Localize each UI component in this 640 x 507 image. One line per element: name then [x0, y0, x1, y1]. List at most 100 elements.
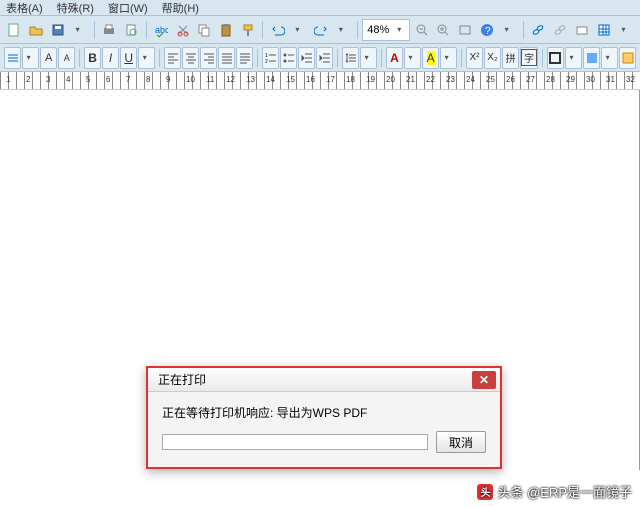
ruler-number: 7 [126, 75, 130, 84]
menu-special[interactable]: 特殊(R) [57, 0, 94, 16]
char-border-icon[interactable]: 字 [520, 47, 538, 69]
print-icon[interactable] [99, 19, 120, 41]
zoom-fit-icon[interactable] [455, 19, 476, 41]
zoom-combo[interactable]: ▾ [362, 19, 410, 41]
ruler-number: 25 [486, 75, 495, 84]
bold-button[interactable]: B [84, 47, 101, 69]
close-icon[interactable]: ✕ [472, 371, 496, 389]
save-dropdown-icon[interactable]: ▾ [69, 19, 90, 41]
ruler-number: 19 [366, 75, 375, 84]
separator [159, 49, 160, 67]
increase-indent-icon[interactable] [316, 47, 333, 69]
table-icon[interactable] [593, 19, 614, 41]
separator [381, 49, 382, 67]
ruler-number: 28 [546, 75, 555, 84]
redo-icon[interactable] [311, 19, 332, 41]
align-right-icon[interactable] [200, 47, 217, 69]
table-dropdown-icon[interactable]: ▾ [615, 19, 636, 41]
spellcheck-icon[interactable]: abc [150, 19, 171, 41]
font-color-dropdown-icon[interactable]: ▾ [404, 47, 421, 69]
align-center-icon[interactable] [182, 47, 199, 69]
ruler-number: 17 [326, 75, 335, 84]
style-dropdown[interactable] [4, 47, 21, 69]
undo-dropdown-icon[interactable]: ▾ [289, 19, 310, 41]
ruler-number: 2 [26, 75, 30, 84]
document-area[interactable]: 正在打印 ✕ 正在等待打印机响应: 导出为WPS PDF 取消 [0, 90, 640, 470]
new-doc-icon[interactable] [4, 19, 25, 41]
hyperlink-icon[interactable] [528, 19, 549, 41]
menu-window[interactable]: 窗口(W) [108, 0, 148, 16]
cancel-button[interactable]: 取消 [436, 431, 486, 453]
font-dropdown[interactable]: ▾ [22, 47, 39, 69]
separator [257, 49, 258, 67]
ruler-number: 15 [286, 75, 295, 84]
zoom-out-icon[interactable] [411, 19, 432, 41]
watermark-icon: 头 [477, 484, 493, 500]
highlight-button[interactable]: A [422, 47, 439, 69]
help-icon[interactable]: ? [477, 19, 498, 41]
ruler-number: 26 [506, 75, 515, 84]
italic-button[interactable]: I [102, 47, 119, 69]
ruler-number: 11 [206, 75, 214, 84]
align-left-icon[interactable] [164, 47, 181, 69]
grow-font-icon[interactable]: A [40, 47, 57, 69]
dialog-titlebar[interactable]: 正在打印 ✕ [148, 368, 500, 392]
dialog-title-text: 正在打印 [158, 371, 206, 388]
shrink-font-icon[interactable]: A [58, 47, 75, 69]
border-dropdown-icon[interactable]: ▾ [565, 47, 582, 69]
ruler-number: 24 [466, 75, 475, 84]
ruler-number: 14 [266, 75, 275, 84]
ruler-number: 29 [566, 75, 575, 84]
undo-icon[interactable] [267, 19, 288, 41]
shading-button[interactable] [583, 47, 600, 69]
ruler-number: 4 [66, 75, 70, 84]
svg-text:abc: abc [155, 25, 168, 35]
align-distribute-icon[interactable] [236, 47, 253, 69]
ruler-number: 30 [586, 75, 595, 84]
underline-dropdown-icon[interactable]: ▾ [138, 47, 155, 69]
zoom-dropdown-icon[interactable]: ▾ [397, 25, 405, 34]
superscript-icon[interactable]: X² [466, 47, 483, 69]
font-color-button[interactable]: A [386, 47, 403, 69]
print-preview-icon[interactable] [121, 19, 142, 41]
help-dropdown-icon[interactable]: ▾ [498, 19, 519, 41]
ruler-number: 6 [106, 75, 110, 84]
zoom-in-icon[interactable] [433, 19, 454, 41]
ruby-icon[interactable]: 拼 [502, 47, 519, 69]
zoom-input[interactable] [367, 24, 397, 36]
ruler-number: 12 [226, 75, 235, 84]
ruler-number: 20 [386, 75, 395, 84]
ruler-number: 27 [526, 75, 535, 84]
styles-icon[interactable] [619, 47, 636, 69]
menu-help[interactable]: 帮助(H) [162, 0, 199, 16]
paste-icon[interactable] [216, 19, 237, 41]
separator [357, 21, 358, 39]
copy-icon[interactable] [194, 19, 215, 41]
line-spacing-dropdown-icon[interactable]: ▾ [360, 47, 377, 69]
watermark: 头 头条 @ERP是一面镜子 [477, 482, 632, 501]
underline-button[interactable]: U [120, 47, 137, 69]
unlink-icon[interactable] [550, 19, 571, 41]
print-dialog: 正在打印 ✕ 正在等待打印机响应: 导出为WPS PDF 取消 [146, 366, 502, 469]
redo-dropdown-icon[interactable]: ▾ [333, 19, 354, 41]
line-spacing-icon[interactable] [342, 47, 359, 69]
decrease-indent-icon[interactable] [298, 47, 315, 69]
horizontal-ruler[interactable]: 1234567891011121314151617181920212223242… [0, 72, 640, 90]
highlight-dropdown-icon[interactable]: ▾ [440, 47, 457, 69]
open-icon[interactable] [26, 19, 47, 41]
bullet-list-icon[interactable] [280, 47, 297, 69]
object-icon[interactable] [572, 19, 593, 41]
save-icon[interactable] [48, 19, 69, 41]
ruler-number: 22 [426, 75, 435, 84]
format-painter-icon[interactable] [238, 19, 259, 41]
border-button[interactable] [547, 47, 564, 69]
subscript-icon[interactable]: X₂ [484, 47, 501, 69]
align-justify-icon[interactable] [218, 47, 235, 69]
separator [461, 49, 462, 67]
shading-dropdown-icon[interactable]: ▾ [601, 47, 618, 69]
cut-icon[interactable] [172, 19, 193, 41]
separator [542, 49, 543, 67]
menu-table[interactable]: 表格(A) [6, 0, 43, 16]
standard-toolbar: ▾ abc ▾ ▾ ▾ ? ▾ ▾ [0, 16, 640, 44]
numbered-list-icon[interactable]: 12 [262, 47, 279, 69]
